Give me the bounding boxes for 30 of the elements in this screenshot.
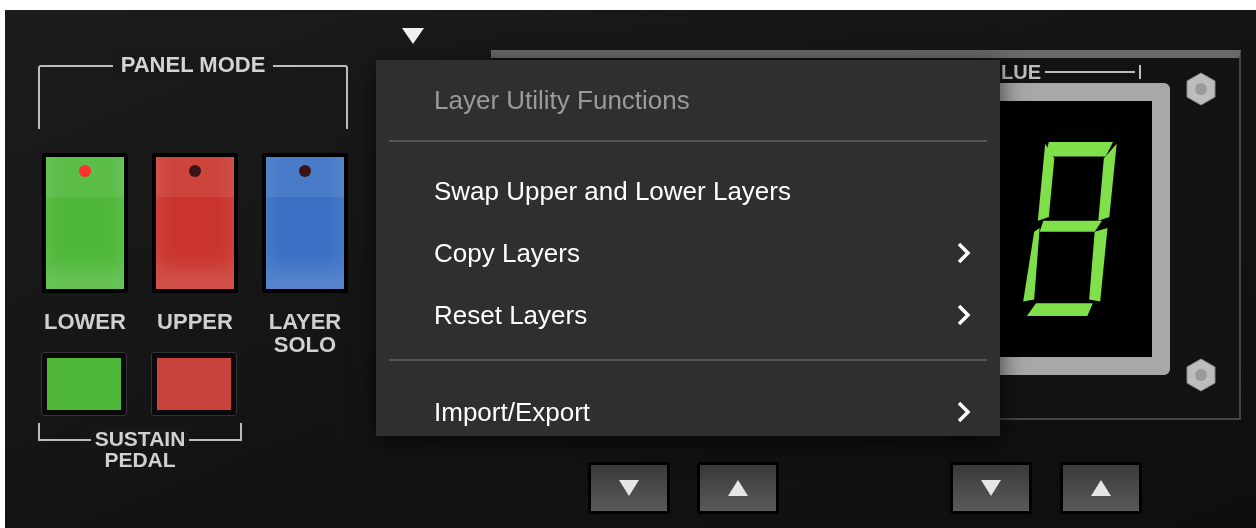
chevron-right-icon bbox=[957, 242, 971, 264]
up-arrow-button[interactable] bbox=[1060, 462, 1142, 514]
pedal-button[interactable] bbox=[42, 353, 126, 415]
down-arrow-button[interactable] bbox=[588, 462, 670, 514]
menu-item[interactable]: Reset Layers bbox=[389, 284, 987, 346]
button-label: SOLO bbox=[273, 333, 337, 356]
down-arrow-button[interactable] bbox=[950, 462, 1032, 514]
screw-icon bbox=[1185, 358, 1217, 392]
button-label: UPPER bbox=[157, 310, 233, 333]
up-triangle-icon bbox=[727, 479, 749, 497]
up-triangle-icon bbox=[1090, 479, 1112, 497]
mode-button[interactable] bbox=[42, 153, 128, 293]
mode-button[interactable] bbox=[262, 153, 348, 293]
section-title: PEDAL bbox=[103, 449, 177, 470]
display-label: LUE bbox=[1001, 62, 1041, 82]
button-label: LAYER bbox=[268, 310, 342, 333]
screw-icon bbox=[1185, 72, 1217, 106]
down-triangle-icon bbox=[618, 479, 640, 497]
menu-item[interactable]: Copy Layers bbox=[389, 222, 987, 284]
mode-button[interactable] bbox=[152, 153, 238, 293]
chevron-right-icon bbox=[957, 304, 971, 326]
dropdown-triangle-icon[interactable] bbox=[401, 27, 425, 45]
button-label: LOWER bbox=[44, 310, 126, 333]
menu-item[interactable]: Swap Upper and Lower Layers bbox=[389, 160, 987, 222]
menu-header: Layer Utility Functions bbox=[434, 84, 690, 117]
chevron-right-icon bbox=[957, 401, 971, 423]
down-triangle-icon bbox=[980, 479, 1002, 497]
pedal-button[interactable] bbox=[152, 353, 236, 415]
menu-item[interactable]: Import/Export bbox=[389, 381, 987, 443]
up-arrow-button[interactable] bbox=[697, 462, 779, 514]
